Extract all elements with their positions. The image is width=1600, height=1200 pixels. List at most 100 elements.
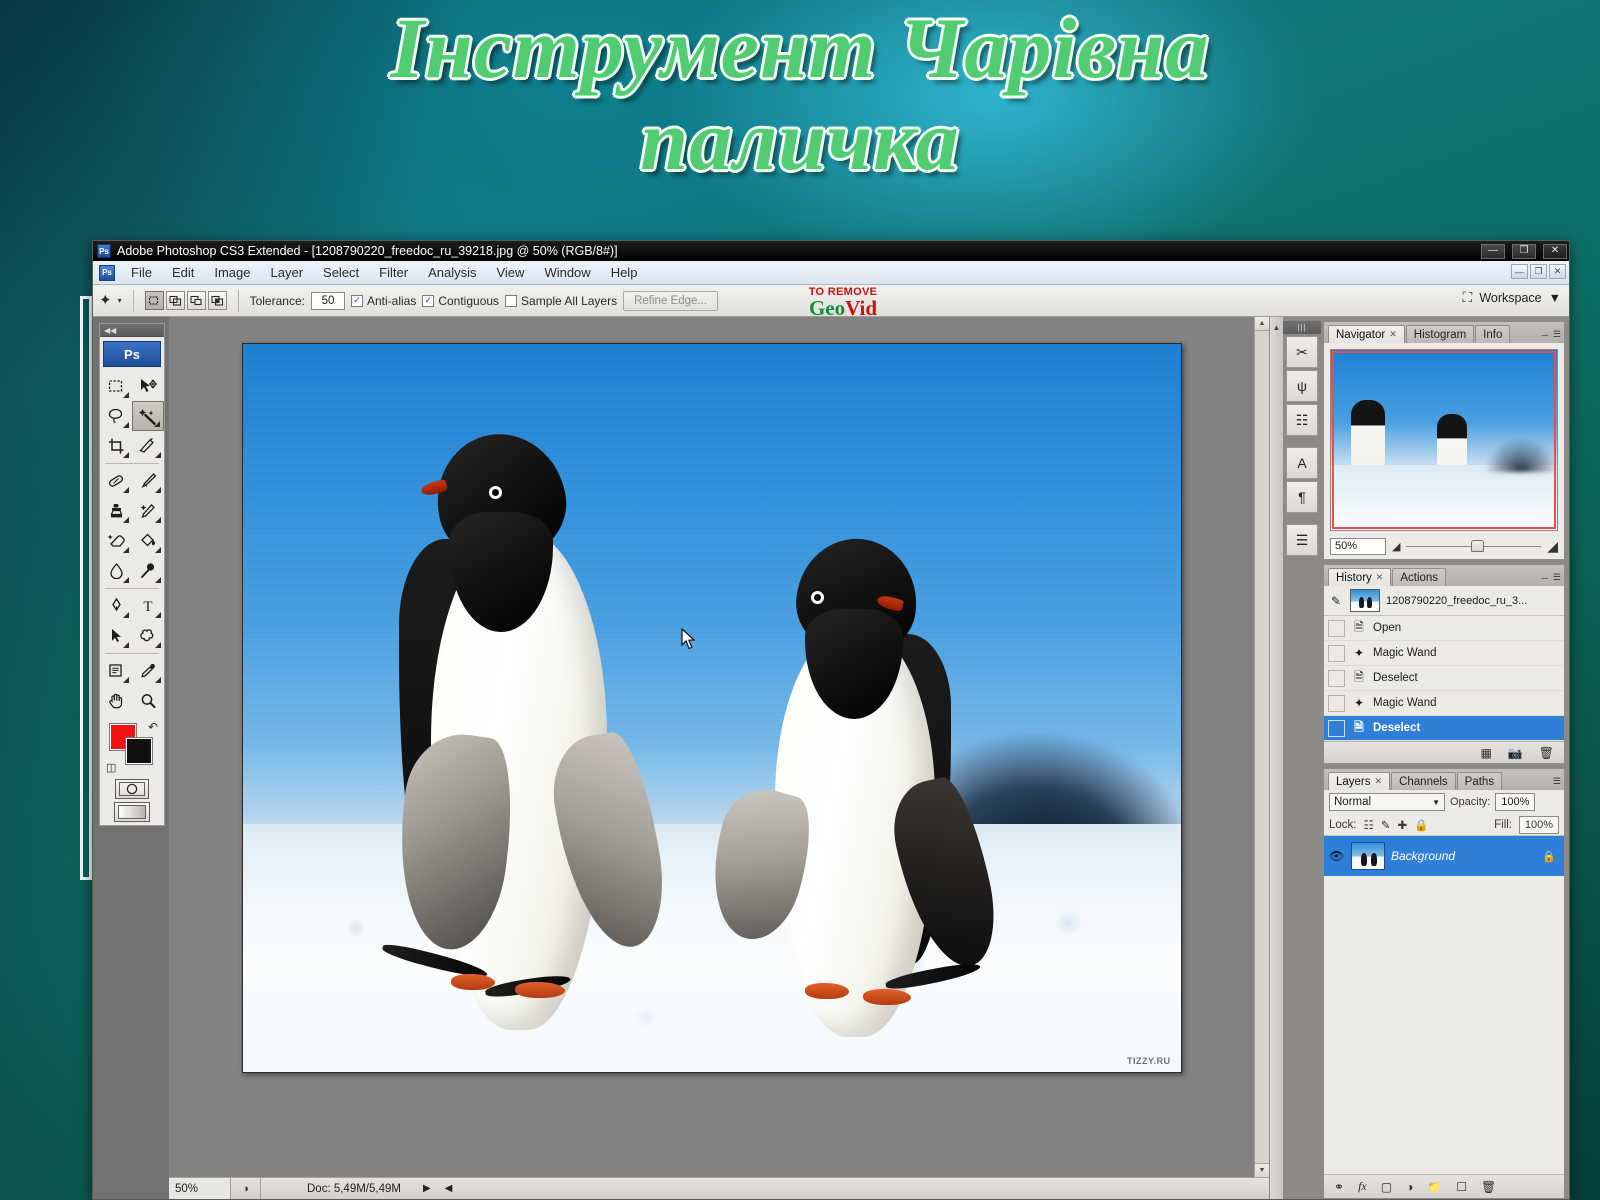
lock-all-icon[interactable]: 🔒 <box>1414 818 1428 832</box>
history-state-open[interactable]: 🗎 Open <box>1324 616 1564 641</box>
dock-collapse-button[interactable]: ▲ <box>1269 317 1283 1199</box>
refine-edge-button[interactable]: Refine Edge... <box>623 290 718 311</box>
status-preview-icon[interactable]: ◑ <box>231 1178 261 1199</box>
navigator-view-box[interactable] <box>1332 351 1556 529</box>
history-source-slot[interactable] <box>1328 669 1345 687</box>
tab-paths[interactable]: Paths <box>1456 772 1503 790</box>
icon-dock-grip[interactable]: ||| <box>1283 321 1321 334</box>
document-restore-button[interactable]: ❐ <box>1530 264 1547 279</box>
document-vertical-scrollbar[interactable]: ▲ ▼ <box>1254 317 1269 1177</box>
window-restore-button[interactable]: ❐ <box>1512 243 1536 259</box>
history-state-magic-wand-1[interactable]: ✦ Magic Wand <box>1324 641 1564 666</box>
menu-item-analysis[interactable]: Analysis <box>418 262 486 283</box>
new-selection-button[interactable] <box>144 291 164 310</box>
slider-thumb[interactable] <box>1471 540 1485 552</box>
move-tool[interactable] <box>132 371 164 401</box>
tool-presets-icon[interactable]: ✂ <box>1286 336 1318 368</box>
zoom-in-icon[interactable]: ◢ <box>1547 538 1558 555</box>
window-minimize-button[interactable]: — <box>1481 243 1505 259</box>
blend-mode-select[interactable]: Normal ▼ <box>1329 793 1445 811</box>
history-minimize-icon[interactable]: ─ <box>1542 573 1548 583</box>
eraser-tool[interactable] <box>100 526 132 556</box>
screen-mode-icon[interactable] <box>114 802 150 822</box>
history-source-slot[interactable] <box>1328 694 1345 712</box>
history-source-slot[interactable] <box>1328 719 1345 737</box>
document-image[interactable]: TIZZY.RU <box>241 343 1182 1073</box>
tab-history-close-icon[interactable]: ✕ <box>1376 572 1384 583</box>
contiguous-checkbox[interactable]: ✓ <box>422 294 435 307</box>
add-to-selection-button[interactable] <box>165 291 185 310</box>
lock-transparency-icon[interactable]: ☷ <box>1364 818 1374 832</box>
anti-alias-checkbox[interactable]: ✓ <box>350 294 363 307</box>
slice-tool[interactable] <box>132 431 164 461</box>
tab-histogram[interactable]: Histogram <box>1405 325 1475 343</box>
adjustment-layer-icon[interactable]: ◑ <box>1406 1180 1413 1194</box>
lasso-tool[interactable] <box>100 401 132 431</box>
window-close-button[interactable]: ✕ <box>1543 243 1567 259</box>
rectangular-marquee-tool[interactable] <box>100 371 132 401</box>
brush-tool[interactable] <box>132 466 164 496</box>
menu-item-view[interactable]: View <box>486 262 534 283</box>
workspace-button[interactable]: ⛶ Workspace ▼ <box>1463 289 1561 306</box>
new-document-from-state-icon[interactable]: ▦ <box>1480 746 1491 760</box>
toolbox-collapse-button[interactable]: ◀◀ <box>100 324 164 337</box>
history-state-magic-wand-2[interactable]: ✦ Magic Wand <box>1324 691 1564 716</box>
link-layers-icon[interactable]: ⚭ <box>1334 1180 1344 1194</box>
quick-mask-icon[interactable] <box>115 779 149 799</box>
layer-row-background[interactable]: 👁 Background 🔒 <box>1324 836 1564 876</box>
layer-style-icon[interactable]: fx <box>1358 1179 1367 1194</box>
new-snapshot-icon[interactable]: 📷 <box>1508 746 1523 760</box>
tab-layers[interactable]: Layers ✕ <box>1328 772 1391 790</box>
paint-bucket-tool[interactable] <box>132 526 164 556</box>
new-group-icon[interactable]: 📁 <box>1427 1180 1442 1194</box>
delete-state-icon[interactable]: 🗑 <box>1539 746 1554 760</box>
menu-item-image[interactable]: Image <box>204 262 260 283</box>
zoom-out-icon[interactable]: ◢ <box>1392 540 1400 553</box>
sample-all-layers-option[interactable]: Sample All Layers <box>505 294 617 308</box>
tab-history[interactable]: History ✕ <box>1328 568 1392 586</box>
layers-panel-menu-icon[interactable]: ☰ <box>1553 776 1561 787</box>
crop-tool[interactable] <box>100 431 132 461</box>
pen-tool[interactable] <box>100 591 132 621</box>
scroll-down-arrow-icon[interactable]: ▼ <box>1255 1163 1269 1177</box>
layer-thumbnail[interactable] <box>1351 842 1385 870</box>
clone-stamp-tool[interactable] <box>100 496 132 526</box>
lock-position-icon[interactable]: ✚ <box>1397 818 1407 832</box>
tab-navigator-close-icon[interactable]: ✕ <box>1389 329 1397 340</box>
delete-layer-icon[interactable]: 🗑 <box>1481 1180 1496 1194</box>
history-snapshot-row[interactable]: ✎ 1208790220_freedoc_ru_3... <box>1324 586 1564 616</box>
hand-tool[interactable] <box>100 686 132 716</box>
lock-image-icon[interactable]: ✎ <box>1381 818 1391 832</box>
tab-actions[interactable]: Actions <box>1392 568 1447 586</box>
fill-value[interactable]: 100% <box>1519 815 1559 834</box>
custom-shape-tool[interactable] <box>132 621 164 651</box>
navigator-thumbnail[interactable] <box>1330 349 1558 531</box>
opacity-value[interactable]: 100% <box>1495 793 1536 811</box>
new-layer-icon[interactable]: ☐ <box>1456 1180 1467 1194</box>
history-state-deselect-2[interactable]: 🗎 Deselect <box>1324 716 1564 741</box>
snapshot-source-icon[interactable]: ✎ <box>1328 594 1344 608</box>
tab-layers-close-icon[interactable]: ✕ <box>1375 776 1383 787</box>
screen-layout-icon[interactable]: ⛶ <box>1463 289 1473 306</box>
menu-item-select[interactable]: Select <box>313 262 369 283</box>
document-menu-icon[interactable]: Ps <box>99 264 115 281</box>
layer-mask-icon[interactable]: ▢ <box>1381 1180 1392 1194</box>
brushes-icon[interactable]: ψ <box>1286 370 1318 402</box>
subtract-from-selection-button[interactable] <box>186 291 206 310</box>
sample-all-layers-checkbox[interactable] <box>505 294 518 307</box>
history-brush-tool[interactable] <box>132 496 164 526</box>
menu-item-window[interactable]: Window <box>534 262 600 283</box>
background-color-swatch[interactable] <box>125 737 153 765</box>
menu-item-file[interactable]: File <box>121 262 162 283</box>
tab-navigator[interactable]: Navigator ✕ <box>1328 325 1405 343</box>
clone-source-icon[interactable]: ☷ <box>1286 404 1318 436</box>
status-menu-arrow-icon[interactable]: ▶ <box>423 1183 431 1194</box>
navigator-zoom-input[interactable]: 50% <box>1330 537 1386 555</box>
eye-icon[interactable]: 👁 <box>1328 849 1345 863</box>
history-state-deselect-1[interactable]: 🗎 Deselect <box>1324 666 1564 691</box>
notes-tool[interactable] <box>100 656 132 686</box>
tab-channels[interactable]: Channels <box>1391 772 1456 790</box>
history-source-slot[interactable] <box>1328 644 1345 662</box>
tool-preset-chevron-down-icon[interactable]: ▾ <box>118 296 122 305</box>
navigator-minimize-icon[interactable]: ─ <box>1542 330 1548 340</box>
